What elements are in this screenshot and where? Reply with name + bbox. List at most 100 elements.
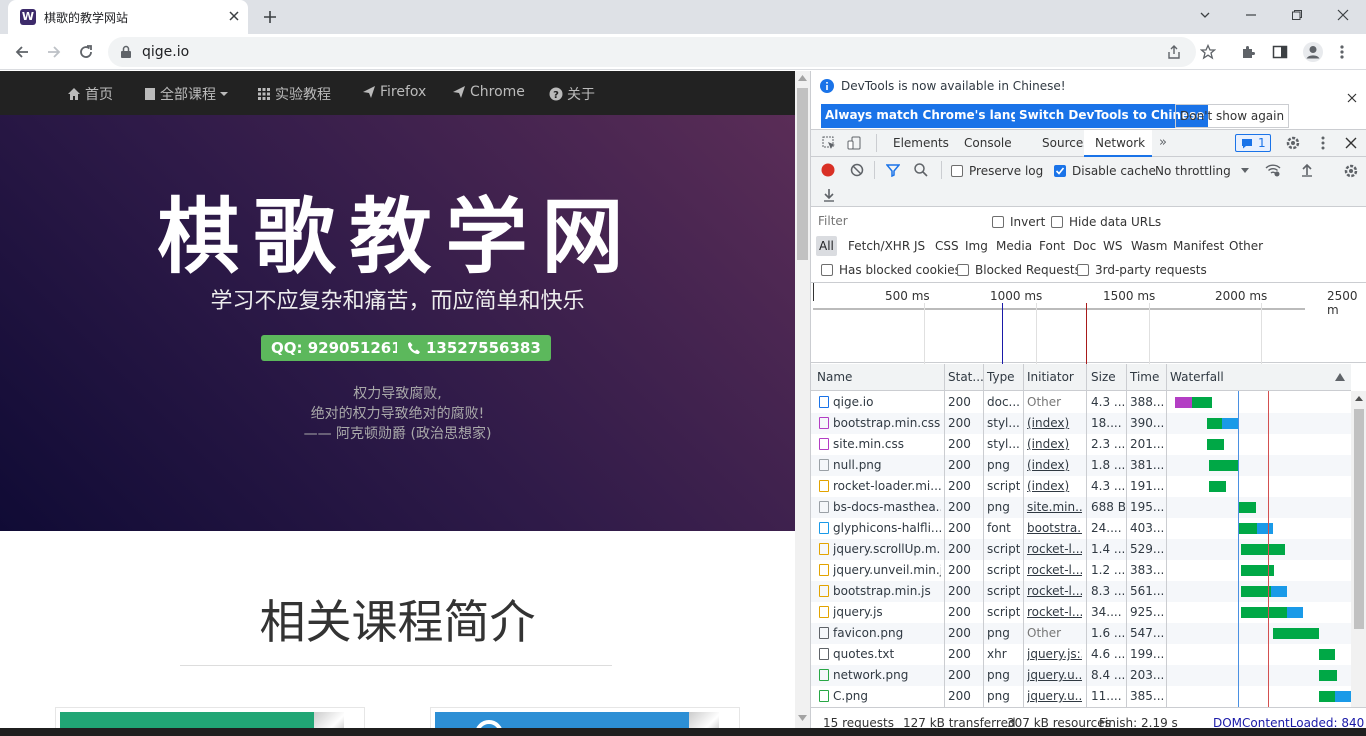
cell-name[interactable]: jquery.scrollUp.m...: [833, 542, 941, 556]
network-conditions-icon[interactable]: [1265, 163, 1281, 177]
extensions-icon[interactable]: [1240, 44, 1256, 60]
cell-name[interactable]: rocket-loader.mi...: [833, 479, 941, 493]
clear-icon[interactable]: [850, 163, 864, 177]
cell-initiator[interactable]: rocket-l...: [1027, 542, 1082, 556]
nav-labs[interactable]: 实验教程: [257, 84, 331, 104]
table-row[interactable]: bootstrap.min.css 200 styl... (index) 18....…: [811, 413, 1351, 434]
phone-badge[interactable]: 13527556383: [397, 335, 551, 361]
third-party-checkbox[interactable]: [1077, 264, 1089, 276]
column-name[interactable]: Name: [817, 370, 852, 384]
cell-name[interactable]: C.png: [833, 689, 941, 703]
cell-initiator[interactable]: (index): [1027, 416, 1082, 430]
table-row[interactable]: jquery.unveil.min.js 200 script rocket-l...…: [811, 560, 1351, 581]
table-scroll-up-icon[interactable]: [1355, 396, 1363, 401]
type-filter-fetch-xhr[interactable]: Fetch/XHR: [848, 239, 910, 253]
column-time[interactable]: Time: [1130, 370, 1159, 384]
column-initiator[interactable]: Initiator: [1027, 370, 1074, 384]
filter-input[interactable]: [814, 212, 979, 230]
cell-initiator[interactable]: (index): [1027, 479, 1082, 493]
cell-initiator[interactable]: (index): [1027, 458, 1082, 472]
type-filter-all[interactable]: All: [816, 236, 837, 256]
disable-cache-checkbox[interactable]: [1054, 165, 1066, 177]
table-row[interactable]: jquery.js 200 script rocket-l... 34.... 925..…: [811, 602, 1351, 623]
nav-all-courses[interactable]: 全部课程: [144, 84, 228, 104]
cell-initiator[interactable]: Other: [1027, 626, 1082, 640]
cell-name[interactable]: site.min.css: [833, 437, 941, 451]
column-status[interactable]: Stat...: [948, 370, 984, 384]
hide-data-urls-checkbox[interactable]: [1051, 216, 1063, 228]
nav-home[interactable]: 首页: [67, 84, 113, 104]
network-overview-timeline[interactable]: 500 ms 1000 ms 1500 ms 2000 ms 2500 m: [811, 282, 1366, 364]
import-har-icon[interactable]: [1301, 163, 1313, 177]
cell-initiator[interactable]: jquery.u...: [1027, 668, 1082, 682]
cell-initiator[interactable]: rocket-l...: [1027, 584, 1082, 598]
type-filter-other[interactable]: Other: [1229, 239, 1263, 253]
cell-name[interactable]: favicon.png: [833, 626, 941, 640]
search-icon[interactable]: [914, 163, 928, 177]
cell-initiator[interactable]: rocket-l...: [1027, 563, 1082, 577]
lock-icon[interactable]: [120, 45, 132, 59]
table-row[interactable]: site.min.css 200 styl... (index) 2.3 ... 201.…: [811, 434, 1351, 455]
customize-kebab-icon[interactable]: [1321, 136, 1325, 150]
more-tabs-chevron-icon[interactable]: »: [1159, 135, 1167, 150]
table-row[interactable]: favicon.png 200 png Other 1.6 ... 547...: [811, 623, 1351, 644]
scroll-down-arrow-icon[interactable]: [798, 715, 807, 721]
cell-name[interactable]: network.png: [833, 668, 941, 682]
cell-initiator[interactable]: bootstra...: [1027, 521, 1082, 535]
table-row[interactable]: quotes.txt 200 xhr jquery.js:3 4.6 ... 199...: [811, 644, 1351, 665]
table-row[interactable]: null.png 200 png (index) 1.8 ... 381...: [811, 455, 1351, 476]
type-filter-media[interactable]: Media: [996, 239, 1032, 253]
cell-name[interactable]: jquery.js: [833, 605, 941, 619]
nav-firefox[interactable]: Firefox: [362, 84, 426, 100]
cell-name[interactable]: null.png: [833, 458, 941, 472]
filter-funnel-icon[interactable]: [886, 163, 900, 177]
record-icon[interactable]: [821, 163, 835, 177]
sort-ascending-icon[interactable]: [1335, 373, 1345, 381]
table-row[interactable]: bs-docs-masthea... 200 png site.min.... 688 …: [811, 497, 1351, 518]
network-settings-gear-icon[interactable]: [1343, 163, 1359, 179]
preserve-log-checkbox[interactable]: [951, 165, 963, 177]
type-filter-wasm[interactable]: Wasm: [1131, 239, 1167, 253]
type-filter-img[interactable]: Img: [965, 239, 988, 253]
table-row[interactable]: C.png 200 png jquery.u... 11.... 385...: [811, 686, 1351, 707]
cell-initiator[interactable]: (index): [1027, 437, 1082, 451]
qq-badge[interactable]: QQ: 929051261: [261, 335, 412, 361]
throttling-select[interactable]: No throttling: [1155, 164, 1231, 178]
table-scrollbar[interactable]: [1351, 391, 1366, 707]
issues-badge[interactable]: 1: [1235, 134, 1271, 152]
table-scroll-thumb[interactable]: [1354, 409, 1364, 629]
back-icon[interactable]: [12, 42, 32, 62]
cell-name[interactable]: bootstrap.min.js: [833, 584, 941, 598]
tab-console[interactable]: Console: [964, 136, 1012, 150]
export-har-icon[interactable]: [823, 188, 835, 202]
profile-avatar-icon[interactable]: [1302, 41, 1324, 63]
cell-name[interactable]: jquery.unveil.min.js: [833, 563, 941, 577]
scroll-up-arrow-icon[interactable]: [798, 75, 807, 81]
restore-icon[interactable]: [1274, 0, 1320, 30]
new-tab-icon[interactable]: [262, 9, 278, 25]
forward-icon[interactable]: [44, 42, 64, 62]
cell-initiator[interactable]: rocket-l...: [1027, 605, 1082, 619]
nav-chrome[interactable]: Chrome: [452, 84, 525, 100]
type-filter-doc[interactable]: Doc: [1073, 239, 1096, 253]
cell-initiator[interactable]: Other: [1027, 395, 1082, 409]
nav-about[interactable]: ? 关于: [549, 84, 595, 104]
table-row[interactable]: bootstrap.min.js 200 script rocket-l... 8.3 …: [811, 581, 1351, 602]
menu-kebab-icon[interactable]: [1340, 44, 1344, 60]
column-waterfall[interactable]: Waterfall: [1170, 370, 1224, 384]
bookmark-star-icon[interactable]: [1200, 44, 1216, 60]
cell-name[interactable]: bootstrap.min.css: [833, 416, 941, 430]
table-row[interactable]: qige.io 200 doc... Other 4.3 ... 388...: [811, 392, 1351, 413]
blocked-cookies-checkbox[interactable]: [821, 264, 833, 276]
device-toolbar-icon[interactable]: [847, 136, 861, 150]
throttling-dropdown-icon[interactable]: [1241, 168, 1249, 174]
cell-initiator[interactable]: jquery.js:3: [1027, 647, 1082, 661]
close-tab-icon[interactable]: [226, 8, 242, 24]
minimize-icon[interactable]: [1228, 0, 1274, 30]
side-panel-icon[interactable]: [1272, 44, 1288, 60]
scroll-thumb[interactable]: [797, 88, 808, 260]
blocked-requests-checkbox[interactable]: [957, 264, 969, 276]
table-row[interactable]: glyphicons-halfli... 200 font bootstra... 24…: [811, 518, 1351, 539]
dont-show-again-button[interactable]: Don't show again: [1175, 104, 1290, 128]
settings-gear-icon[interactable]: [1285, 135, 1301, 151]
